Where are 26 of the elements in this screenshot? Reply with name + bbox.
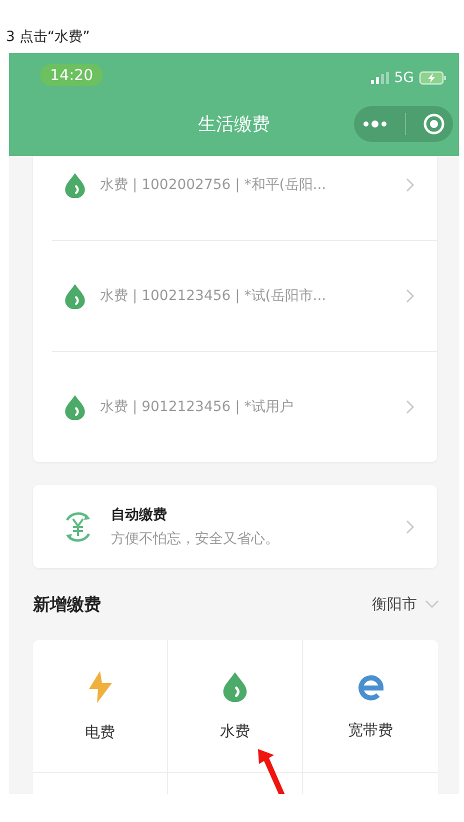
page-title: 生活缴费 (198, 113, 270, 136)
auto-pay-subtitle: 方便不怕忘，安全又省心。 (111, 530, 280, 548)
chevron-right-icon (405, 399, 415, 415)
chevron-down-icon (425, 600, 439, 608)
status-time: 14:20 (40, 64, 104, 86)
chevron-right-icon (405, 177, 415, 193)
signal-icon (371, 72, 390, 84)
e-logo-icon (356, 672, 384, 700)
water-drop-icon (64, 282, 86, 310)
close-icon[interactable] (422, 113, 445, 135)
water-drop-icon (222, 670, 248, 702)
payment-type-tile[interactable]: 宽带费 (303, 640, 438, 773)
city-selector[interactable]: 衡阳市 (372, 594, 417, 614)
section-title: 新增缴费 (33, 594, 101, 616)
water-drop-icon (64, 172, 86, 198)
water-drop-icon (64, 394, 86, 420)
auto-pay-card[interactable]: 自动缴费 方便不怕忘，安全又省心。 (33, 485, 437, 568)
more-icon[interactable] (362, 120, 388, 128)
chevron-right-icon (405, 288, 415, 304)
caption-text: 3 点击“水费” (5, 28, 91, 47)
network-label: 5G (394, 70, 414, 86)
payment-type-tile[interactable]: 电费 (33, 640, 168, 773)
lightning-icon (86, 670, 114, 702)
auto-pay-title: 自动缴费 (111, 506, 168, 524)
battery-icon (419, 71, 447, 85)
chevron-right-icon (405, 518, 415, 534)
